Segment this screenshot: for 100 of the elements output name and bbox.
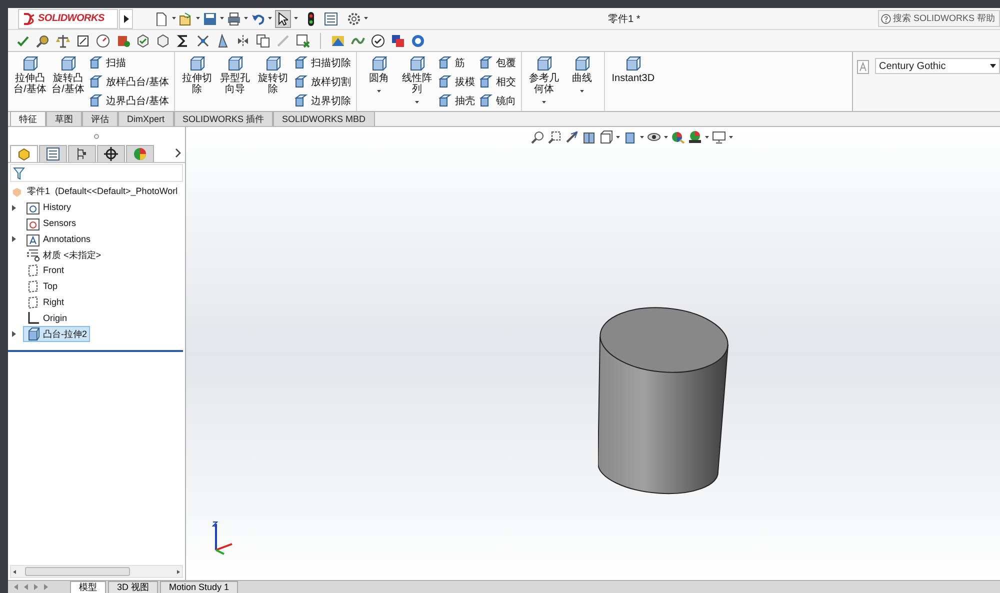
tree-item[interactable]: Annotations [23,232,94,248]
block-icon[interactable] [572,55,591,73]
caret-icon[interactable] [376,90,381,93]
caret-icon[interactable] [196,17,200,20]
command-label[interactable]: 圆角 [368,73,389,84]
block-icon[interactable] [294,94,308,108]
zoom-fit-icon[interactable] [531,130,545,144]
ribbon-tab[interactable]: SOLIDWORKS MBD [273,111,375,126]
command-label[interactable]: 拉伸切除 [180,73,214,95]
check-circle-icon[interactable] [371,34,385,48]
scrollbar-thumb[interactable] [25,567,130,576]
tree-item[interactable]: Front [23,263,68,280]
expand-arrow-icon[interactable] [12,204,16,211]
scroll-left-icon[interactable] [11,568,19,576]
filter-icon[interactable] [13,166,25,180]
block-icon[interactable] [294,56,308,70]
command-label[interactable]: Instant3D [612,73,655,84]
caret-icon[interactable] [729,136,733,138]
caret-icon[interactable] [268,17,272,20]
balance-icon[interactable] [56,34,70,48]
command-label[interactable]: 拔模 [454,74,475,90]
block-icon[interactable] [188,55,206,73]
manager-tab[interactable] [97,145,125,162]
block-icon[interactable] [624,55,642,73]
block-icon[interactable] [478,75,493,89]
caret-icon[interactable] [705,136,709,138]
caret-icon[interactable] [580,90,584,93]
block-icon[interactable] [438,56,452,70]
new-document-icon[interactable] [155,12,169,26]
caret-icon[interactable] [294,17,298,20]
caret-icon[interactable] [640,136,644,138]
ribbon-tab[interactable]: DimXpert [118,111,174,126]
tree-item[interactable]: 材质 <未指定> [23,247,104,264]
tree-item[interactable]: History [23,200,74,216]
measure-icon[interactable] [36,34,50,48]
compare-icon[interactable] [256,34,270,48]
block-icon[interactable] [438,94,452,108]
document-tab[interactable]: 模型 [70,581,106,593]
traffic-light-icon[interactable] [307,12,315,26]
block-icon[interactable] [478,94,493,108]
command-label[interactable]: 边界切除 [310,94,351,108]
tree-item[interactable]: Sensors [23,216,80,232]
view-orientation-icon[interactable] [599,130,613,144]
font-dropdown[interactable]: Century Gothic [875,58,1000,74]
undo-icon[interactable] [251,12,265,26]
block-icon[interactable] [294,75,308,89]
scroll-right-icon[interactable] [174,568,182,576]
caret-icon[interactable] [364,17,368,20]
block-icon[interactable] [370,55,388,73]
tree-item[interactable]: Right [23,294,68,311]
command-label[interactable]: 扫描切除 [310,56,351,70]
command-label[interactable]: 异型孔向导 [218,73,252,95]
manager-tab[interactable] [39,145,67,162]
select-tool-button[interactable] [275,10,291,28]
caret-icon[interactable] [616,136,620,138]
ribbon-tab[interactable]: 评估 [82,111,118,126]
command-label[interactable]: 线性阵列 [400,73,434,95]
block-icon[interactable] [89,75,103,89]
block-icon[interactable] [226,55,244,73]
expand-arrow-icon[interactable] [12,331,16,338]
command-label[interactable]: 筋 [454,56,465,70]
tree-item[interactable]: 零件1 (Default<<Default>_PhotoWorl [27,185,178,199]
tree-item[interactable]: Origin [23,310,70,326]
save-icon[interactable] [203,12,217,26]
help-search-field[interactable]: 搜索 SOLIDWORKS 帮助 [878,10,1000,27]
block-icon[interactable] [89,94,103,108]
hide-show-icon[interactable] [647,130,661,144]
command-label[interactable]: 边界凸台/基体 [106,94,169,108]
horizontal-scrollbar[interactable] [10,565,183,578]
manager-tab[interactable] [68,145,96,162]
document-tab[interactable]: Motion Study 1 [160,581,238,593]
command-label[interactable]: 参考几何体 [526,73,561,95]
block-icon[interactable] [534,55,553,73]
print-icon[interactable] [227,12,241,26]
open-folder-icon[interactable] [179,12,193,26]
monitor-icon[interactable] [712,130,726,144]
check-part-icon[interactable] [136,34,150,48]
tree-item[interactable]: Top [23,278,61,295]
caret-icon[interactable] [542,101,546,104]
caret-icon[interactable] [664,136,668,138]
command-label[interactable]: 曲线 [572,73,592,84]
ribbon-tab[interactable]: 草图 [46,111,82,126]
caret-icon[interactable] [414,101,419,104]
block-icon[interactable] [478,56,493,70]
menu-expand-button[interactable] [119,8,133,28]
sum-icon[interactable] [176,34,190,48]
block-icon[interactable] [408,55,426,73]
caret-icon[interactable] [172,17,176,20]
gauge-icon[interactable] [96,34,110,48]
caret-icon[interactable] [244,17,248,20]
block-icon[interactable] [438,75,452,89]
ribbon-tab[interactable]: SOLIDWORKS 插件 [174,111,274,126]
command-label[interactable]: 旋转凸台/基体 [51,73,85,95]
command-label[interactable]: 扫描 [106,56,126,70]
expand-arrow-icon[interactable] [12,236,16,242]
command-label[interactable]: 拉伸凸台/基体 [13,73,47,95]
zoom-area-icon[interactable] [548,130,562,144]
caret-icon[interactable] [220,17,224,20]
command-label[interactable]: 放样切割 [310,74,351,90]
command-label[interactable]: 包覆 [496,56,516,70]
